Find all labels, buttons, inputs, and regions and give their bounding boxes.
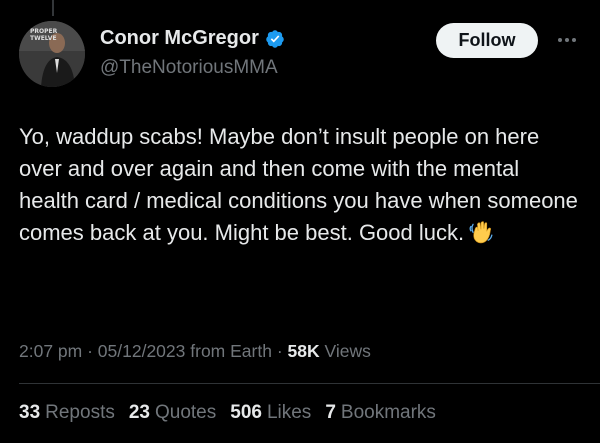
tweet-time[interactable]: 2:07 pm <box>19 341 82 361</box>
likes-stat[interactable]: 506 Likes <box>230 402 311 424</box>
divider <box>19 383 600 384</box>
reposts-count: 33 <box>19 402 41 423</box>
avatar-photo: PROPER TWELVE <box>19 21 85 87</box>
verified-badge-icon <box>266 29 284 48</box>
reposts-stat[interactable]: 33 Reposts <box>19 402 115 424</box>
waving-hand-emoji-icon <box>469 221 493 244</box>
tweet-meta: 2:07 pm · 05/12/2023 from Earth · 58K Vi… <box>19 341 371 362</box>
more-options-icon[interactable] <box>554 30 580 50</box>
likes-label: Likes <box>266 402 312 423</box>
bookmarks-label: Bookmarks <box>340 402 436 423</box>
thread-connector-line <box>52 0 54 16</box>
engagement-stats: 33 Reposts 23 Quotes 506 Likes 7 Bookmarks <box>19 402 436 424</box>
quotes-label: Quotes <box>154 402 217 423</box>
more-dot <box>572 38 576 42</box>
more-dot <box>558 38 562 42</box>
tweet-text: Yo, waddup scabs! Maybe don’t insult peo… <box>19 121 584 249</box>
author-display-name[interactable]: Conor McGregor <box>100 27 259 50</box>
follow-button[interactable]: Follow <box>436 23 538 58</box>
likes-count: 506 <box>230 402 262 423</box>
views-label: Views <box>319 341 371 361</box>
reposts-label: Reposts <box>45 402 115 423</box>
avatar[interactable]: PROPER TWELVE <box>19 21 85 87</box>
tweet-source: from Earth <box>185 341 272 361</box>
views-count[interactable]: 58K <box>288 341 320 361</box>
meta-separator: · <box>82 341 98 361</box>
svg-text:TWELVE: TWELVE <box>30 35 57 42</box>
quotes-count: 23 <box>128 402 150 423</box>
bookmarks-count: 7 <box>325 402 336 423</box>
meta-separator: · <box>271 341 288 361</box>
tweet-date[interactable]: 05/12/2023 <box>98 341 186 361</box>
more-dot <box>565 38 569 42</box>
quotes-stat[interactable]: 23 Quotes <box>129 402 216 424</box>
svg-text:PROPER: PROPER <box>30 28 58 35</box>
author-name-row: Conor McGregor <box>100 27 285 50</box>
bookmarks-stat[interactable]: 7 Bookmarks <box>325 402 436 424</box>
author-handle[interactable]: @TheNotoriousMMA <box>100 57 278 79</box>
